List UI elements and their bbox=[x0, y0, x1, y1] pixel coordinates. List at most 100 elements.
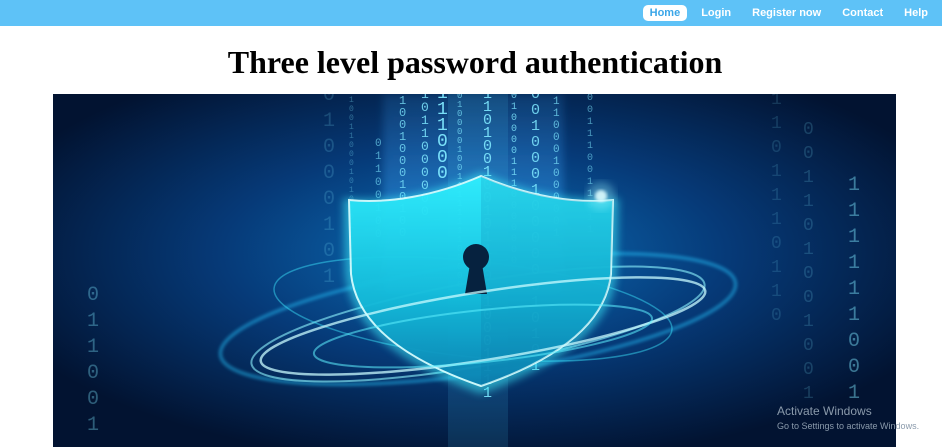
binary-digit: 0 bbox=[531, 166, 540, 183]
binary-digit: 0 bbox=[323, 136, 335, 159]
binary-digit: 1 bbox=[848, 200, 860, 223]
binary-digit: 0 bbox=[587, 153, 593, 164]
binary-digit: 1 bbox=[771, 258, 782, 278]
binary-digit: 1 bbox=[803, 312, 814, 332]
binary-digit: 1 bbox=[375, 151, 382, 163]
binary-digit: 1 bbox=[803, 240, 814, 260]
binary-digit: 1 bbox=[511, 168, 517, 179]
binary-digit: 0 bbox=[803, 288, 814, 308]
nav-help-link[interactable]: Help bbox=[897, 5, 935, 21]
binary-digit: 1 bbox=[531, 118, 540, 135]
binary-digit: 0 bbox=[511, 124, 517, 135]
binary-digit: 0 bbox=[349, 177, 354, 186]
binary-digit: 0 bbox=[87, 388, 99, 411]
binary-digit: 0 bbox=[553, 132, 560, 144]
binary-digit: 0 bbox=[587, 94, 593, 104]
binary-digit: 0 bbox=[511, 113, 517, 124]
binary-digit: 0 bbox=[511, 94, 517, 102]
page-title: Three level password authentication bbox=[227, 44, 723, 80]
binary-digit: 1 bbox=[848, 382, 860, 405]
binary-digit: 0 bbox=[803, 144, 814, 164]
binary-digit: 0 bbox=[803, 120, 814, 140]
binary-digit: 1 bbox=[848, 174, 860, 197]
binary-digit: 1 bbox=[553, 156, 560, 168]
binary-digit: 1 bbox=[511, 102, 517, 113]
binary-digit: 0 bbox=[803, 216, 814, 236]
binary-digit: 1 bbox=[587, 129, 593, 140]
binary-digit: 1 bbox=[349, 123, 354, 132]
binary-digit: 0 bbox=[771, 234, 782, 254]
binary-digit: 1 bbox=[375, 164, 382, 176]
binary-digit: 0 bbox=[803, 264, 814, 284]
binary-digit: 1 bbox=[87, 414, 99, 437]
binary-digit: 1 bbox=[771, 94, 782, 110]
binary-digit: 0 bbox=[323, 94, 335, 107]
hero-image: 0100010110011000101000110010011001001001… bbox=[53, 94, 896, 447]
binary-digit: 0 bbox=[803, 360, 814, 380]
binary-digit: 0 bbox=[771, 306, 782, 326]
nav-login-link[interactable]: Login bbox=[694, 5, 738, 21]
nav-register-link[interactable]: Register now bbox=[745, 5, 828, 21]
binary-digit: 0 bbox=[349, 114, 354, 123]
binary-digit: 0 bbox=[553, 144, 560, 156]
binary-digit: 0 bbox=[349, 141, 354, 150]
binary-digit: 0 bbox=[87, 284, 99, 307]
binary-digit: 0 bbox=[587, 165, 593, 176]
watermark-title: Activate Windows bbox=[777, 404, 872, 418]
binary-digit: 1 bbox=[803, 192, 814, 212]
binary-digit: 1 bbox=[771, 282, 782, 302]
binary-digit: 1 bbox=[511, 157, 517, 168]
binary-digit: 0 bbox=[349, 159, 354, 168]
binary-digit: 0 bbox=[349, 105, 354, 114]
binary-digit: 0 bbox=[553, 168, 560, 180]
binary-digit: 1 bbox=[349, 168, 354, 177]
binary-digit: 1 bbox=[771, 210, 782, 230]
binary-digit: 1 bbox=[848, 304, 860, 327]
binary-digit: 1 bbox=[323, 266, 335, 289]
binary-digit: 1 bbox=[349, 96, 354, 105]
hero-illustration: 0100010110011000101000110010011001001001… bbox=[53, 94, 896, 447]
binary-digit: 0 bbox=[87, 362, 99, 385]
nav-links: Home Login Register now Contact Help bbox=[642, 0, 942, 26]
binary-digit: 1 bbox=[848, 252, 860, 275]
binary-digit: 1 bbox=[803, 168, 814, 188]
binary-digit: 1 bbox=[771, 114, 782, 134]
binary-digit: 1 bbox=[848, 226, 860, 249]
binary-digit: 0 bbox=[531, 134, 540, 151]
binary-digit: 1 bbox=[87, 310, 99, 333]
binary-digit: 1 bbox=[553, 108, 560, 120]
binary-digit: 1 bbox=[323, 214, 335, 237]
binary-digit: 0 bbox=[553, 120, 560, 132]
binary-digit: 0 bbox=[375, 138, 382, 150]
nav-contact-link[interactable]: Contact bbox=[835, 5, 890, 21]
binary-digit: 0 bbox=[848, 356, 860, 379]
binary-digit: 0 bbox=[323, 188, 335, 211]
binary-digit: 0 bbox=[553, 180, 560, 192]
binary-digit: 0 bbox=[587, 105, 593, 116]
binary-digit: 0 bbox=[771, 138, 782, 158]
binary-digit: 0 bbox=[437, 164, 448, 184]
binary-digit: 1 bbox=[587, 141, 593, 152]
binary-digit: 0 bbox=[531, 102, 540, 119]
binary-digit: 1 bbox=[848, 278, 860, 301]
binary-digit: 1 bbox=[349, 186, 354, 195]
activate-windows-watermark: Activate Windows Go to Settings to activ… bbox=[777, 404, 919, 431]
binary-digit: 0 bbox=[323, 240, 335, 263]
binary-digit: 0 bbox=[375, 177, 382, 189]
nav-home-link[interactable]: Home bbox=[642, 5, 688, 21]
binary-digit: 1 bbox=[587, 117, 593, 128]
binary-digit: 1 bbox=[553, 96, 560, 108]
binary-digit: 0 bbox=[323, 162, 335, 185]
binary-digit: 0 bbox=[349, 150, 354, 159]
binary-digit: 0 bbox=[803, 336, 814, 356]
binary-digit: 1 bbox=[771, 186, 782, 206]
binary-digit: 0 bbox=[848, 330, 860, 353]
binary-digit: 1 bbox=[803, 384, 814, 404]
binary-digit: 0 bbox=[511, 146, 517, 157]
binary-digit: 0 bbox=[531, 150, 540, 167]
binary-digit: 1 bbox=[771, 162, 782, 182]
binary-digit: 1 bbox=[87, 336, 99, 359]
watermark-subtitle: Go to Settings to activate Windows. bbox=[777, 421, 920, 431]
navbar: Home Login Register now Contact Help bbox=[0, 0, 942, 26]
binary-digit: 1 bbox=[349, 132, 354, 141]
